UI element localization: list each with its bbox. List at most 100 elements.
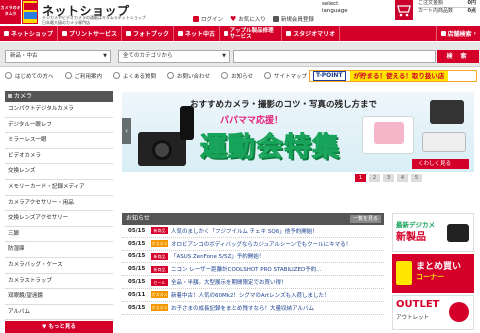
info-icon	[5, 72, 12, 79]
news-item[interactable]: 05/15 オススメ オロビアンコのボディバッグならカジュアルシーンでもクールにキマ…	[122, 238, 384, 251]
sidebar-item[interactable]: 交換レンズ	[5, 164, 113, 180]
sidebar-item[interactable]: アルバム	[5, 304, 113, 321]
news-all-button[interactable]: 一覧を見る	[349, 215, 381, 223]
news-tag: 新商品	[151, 265, 168, 273]
news-tag: 新商品	[151, 227, 168, 235]
page-dot[interactable]: 3	[383, 174, 394, 182]
login-link[interactable]: ログイン	[193, 15, 223, 23]
banner-detail-button[interactable]: くわしく見る	[412, 159, 469, 169]
faq-link[interactable]: よくある質問	[113, 72, 156, 80]
banner-pagination: 1 2 3 4 5	[355, 174, 422, 182]
print-icon	[62, 31, 68, 36]
page-dot[interactable]: 2	[369, 174, 380, 182]
kitamura-logo[interactable]: カメラのキタムラ	[0, 0, 21, 24]
cart-icon	[4, 31, 9, 36]
login-icon	[193, 16, 199, 22]
sidebar-item[interactable]: ビデオカメラ	[5, 148, 113, 165]
sidebar-item[interactable]: 交換レンズアクセサリー	[5, 211, 113, 227]
store-icon	[440, 31, 446, 36]
nav-print[interactable]: プリントサービス	[58, 26, 123, 41]
news-tag: オススメ	[151, 291, 168, 299]
news-item[interactable]: 05/11 オススメ 新着中古！人気の60Mk2！シグマのArtレンズも入荷しました…	[122, 289, 384, 302]
cart-amount-label: ご注文金額	[418, 0, 444, 6]
news-item[interactable]: 05/15 新商品 ニコン レーザー距離計COOLSHOT PRO STABILIZ…	[122, 263, 384, 277]
news-item[interactable]: 05/15 セール 全品・半額。大型展示を期間限定でお買い得！	[122, 276, 384, 289]
camera-illustration	[430, 100, 464, 124]
category-select[interactable]: 全てのカテゴリから ▼	[118, 50, 230, 63]
tpoint-logo: T-POINT	[313, 71, 346, 81]
price-down-icon	[449, 302, 469, 322]
chevron-right-icon: ›	[473, 30, 476, 37]
tpoint-message: が貯まる！使える！取り扱い店	[349, 71, 449, 81]
sidebar-item[interactable]: カメラバッグ・ケース	[5, 257, 113, 274]
page-dot[interactable]: 5	[411, 174, 422, 182]
news-item[interactable]: 05/15 新商品 人気のましかく「フジフイルム チェキ SQ6」他予約開始！	[122, 225, 384, 238]
main-nav: ネットショップ プリントサービス フォトブック ネット中古 アップル製品修理サー…	[0, 26, 480, 41]
sitemap-icon	[263, 72, 271, 79]
language-selector[interactable]: select language	[322, 1, 362, 15]
category-sidebar: カメラ コンパクトデジタルカメラ デジタル一眼レフ ミラーレス一眼 ビデオカメラ…	[5, 91, 113, 333]
outlet-banner[interactable]: OUTLET アウトレット	[392, 295, 474, 330]
guide-link[interactable]: ご利用案内	[64, 72, 102, 80]
nav-apple-repair[interactable]: アップル製品修理サービス	[220, 26, 283, 41]
sitemap-link[interactable]: サイトマップ	[263, 72, 307, 80]
sidebar-item[interactable]: 双眼鏡/望遠鏡	[5, 289, 113, 305]
tpoint-banner[interactable]: T-POINT が貯まる！使える！取り扱い店	[309, 70, 477, 82]
news-tag: セール	[151, 278, 168, 286]
chevron-down-icon: ▼	[222, 53, 226, 59]
nav-netshop[interactable]: ネットショップ	[0, 26, 59, 41]
bulk-icon	[396, 261, 412, 285]
sidebar-item[interactable]: 三脚	[5, 226, 113, 243]
news-item[interactable]: 05/15 新商品 「ASUS ZenFone 5/5Z」予約開始！	[122, 251, 384, 264]
lens-illustration	[180, 106, 194, 140]
nav-used[interactable]: ネット中古	[174, 26, 221, 41]
new-products-banner[interactable]: 最新デジカメ 新製品	[392, 213, 474, 252]
banner-subtitle: おすすめカメラ・撮影のコツ・写真の残し方まで	[190, 100, 378, 110]
search-input[interactable]	[233, 50, 436, 63]
favorites-link[interactable]: ♥ お気に入り	[230, 15, 266, 23]
chevron-left-icon[interactable]: ‹	[122, 118, 131, 144]
contact-link[interactable]: お問い合わせ	[167, 72, 210, 80]
news-item[interactable]: 05/15 オススメ お子さまの成長記録をまとめ残すなら！大量収納アルバム	[122, 302, 384, 315]
apple-icon	[224, 31, 228, 36]
sidebar-item[interactable]: 防湿庫	[5, 242, 113, 258]
sidebar-more-button[interactable]: ▼ もっと見る	[5, 321, 113, 333]
notice-icon	[221, 72, 229, 79]
cart-amount: 0円	[467, 0, 476, 6]
nav-store-search[interactable]: 店舗検索 ›	[435, 26, 480, 41]
sidebar-item[interactable]: カメラストラップ	[5, 273, 113, 290]
sidebar-item[interactable]: メモリーカード・記録メディア	[5, 179, 113, 196]
camcorder-illustration	[422, 132, 466, 152]
lens-illustration	[152, 140, 172, 160]
beginners-link[interactable]: はじめての方へ	[5, 72, 54, 80]
heart-icon: ♥	[230, 15, 237, 23]
banner-title: 運動会特集	[200, 132, 340, 164]
sidebar-item[interactable]: コンパクトデジタルカメラ	[5, 102, 113, 118]
question-icon	[113, 72, 121, 79]
notice-link[interactable]: お知らせ	[221, 72, 253, 80]
page-dot[interactable]: 4	[397, 174, 408, 182]
cart-count-label: カート内商品数	[418, 8, 454, 14]
kids-shop-logo[interactable]	[22, 0, 38, 24]
cart-summary[interactable]: ご注文金額 0円 カート内商品数 0点	[418, 0, 476, 15]
sidebar-item[interactable]: デジタル一眼レフ	[5, 117, 113, 134]
register-link[interactable]: 新規会員登録	[272, 15, 314, 23]
bulk-buy-banner[interactable]: まとめ買い コーナー	[392, 254, 474, 293]
nav-studio-mario[interactable]: スタジオマリオ	[282, 26, 341, 41]
book-icon	[126, 31, 132, 36]
news-tag: オススメ	[151, 240, 168, 248]
cart-count: 0点	[467, 8, 476, 14]
news-tag: オススメ	[151, 304, 168, 312]
register-icon	[272, 16, 279, 22]
hero-banner[interactable]: ‹ おすすめカメラ・撮影のコツ・写真の残し方まで パパママ応援！ 運動会特集 く…	[122, 92, 474, 172]
cart-icon[interactable]	[395, 0, 413, 20]
search-button[interactable]: 検 索	[437, 50, 479, 63]
sidebar-item[interactable]: カメラアクセサリー・用品	[5, 195, 113, 212]
sidebar-item[interactable]: ミラーレス一眼	[5, 133, 113, 149]
condition-select[interactable]: 新品・中古 ▼	[5, 50, 111, 63]
news-tag: 新商品	[151, 252, 168, 260]
site-subtitle: デジカメやビデオカメラの通販はキタムラネットショップ 日本最大級のカメラ専門店	[42, 15, 146, 25]
nav-photobook[interactable]: フォトブック	[122, 26, 175, 41]
photo-collage	[374, 122, 404, 144]
page-dot[interactable]: 1	[355, 174, 366, 182]
